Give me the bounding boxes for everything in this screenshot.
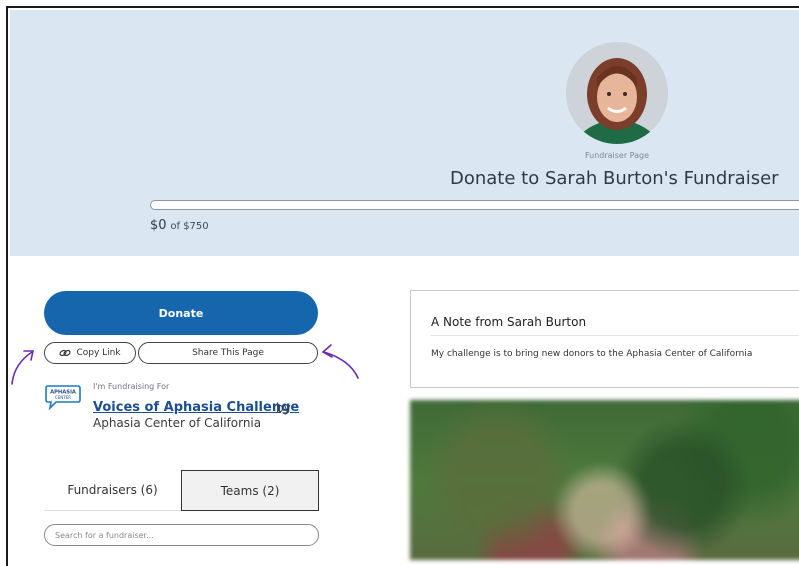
hero-banner <box>10 10 799 256</box>
raised-amount: $0 <box>150 218 167 233</box>
page-type-label: Fundraiser Page <box>584 151 650 160</box>
note-title: A Note from Sarah Burton <box>431 315 587 329</box>
fundraising-for-label: I'm Fundraising For <box>93 382 170 391</box>
goal-text: of $750 <box>170 221 209 232</box>
page-title: Donate to Sarah Burton's Fundraiser <box>450 168 779 189</box>
note-card: A Note from Sarah Burton My challenge is… <box>410 290 799 388</box>
raised-summary: $0 of $750 <box>150 218 209 233</box>
tab-teams[interactable]: Teams (2) <box>181 470 319 511</box>
event-photo <box>410 400 799 560</box>
donate-button[interactable]: Donate <box>44 291 318 335</box>
org-logo: APHASIA CENTER <box>44 385 82 411</box>
by-label: by <box>276 401 291 415</box>
search-input[interactable] <box>44 524 319 546</box>
progress-bar <box>150 200 799 210</box>
campaign-link[interactable]: Voices of Aphasia Challenge <box>93 400 299 415</box>
copy-link-button[interactable]: Copy Link <box>44 342 136 364</box>
avatar <box>566 42 668 144</box>
note-divider <box>431 335 799 336</box>
copy-link-label: Copy Link <box>76 348 121 358</box>
tabs: Fundraisers (6) Teams (2) <box>44 470 319 511</box>
link-icon <box>59 349 72 357</box>
share-page-button[interactable]: Share This Page <box>138 342 318 364</box>
svg-text:CENTER: CENTER <box>55 395 71 400</box>
tab-fundraisers[interactable]: Fundraisers (6) <box>44 470 181 511</box>
note-body: My challenge is to bring new donors to t… <box>431 349 753 359</box>
org-name: Aphasia Center of California <box>93 416 262 430</box>
avatar-portrait <box>566 42 668 144</box>
